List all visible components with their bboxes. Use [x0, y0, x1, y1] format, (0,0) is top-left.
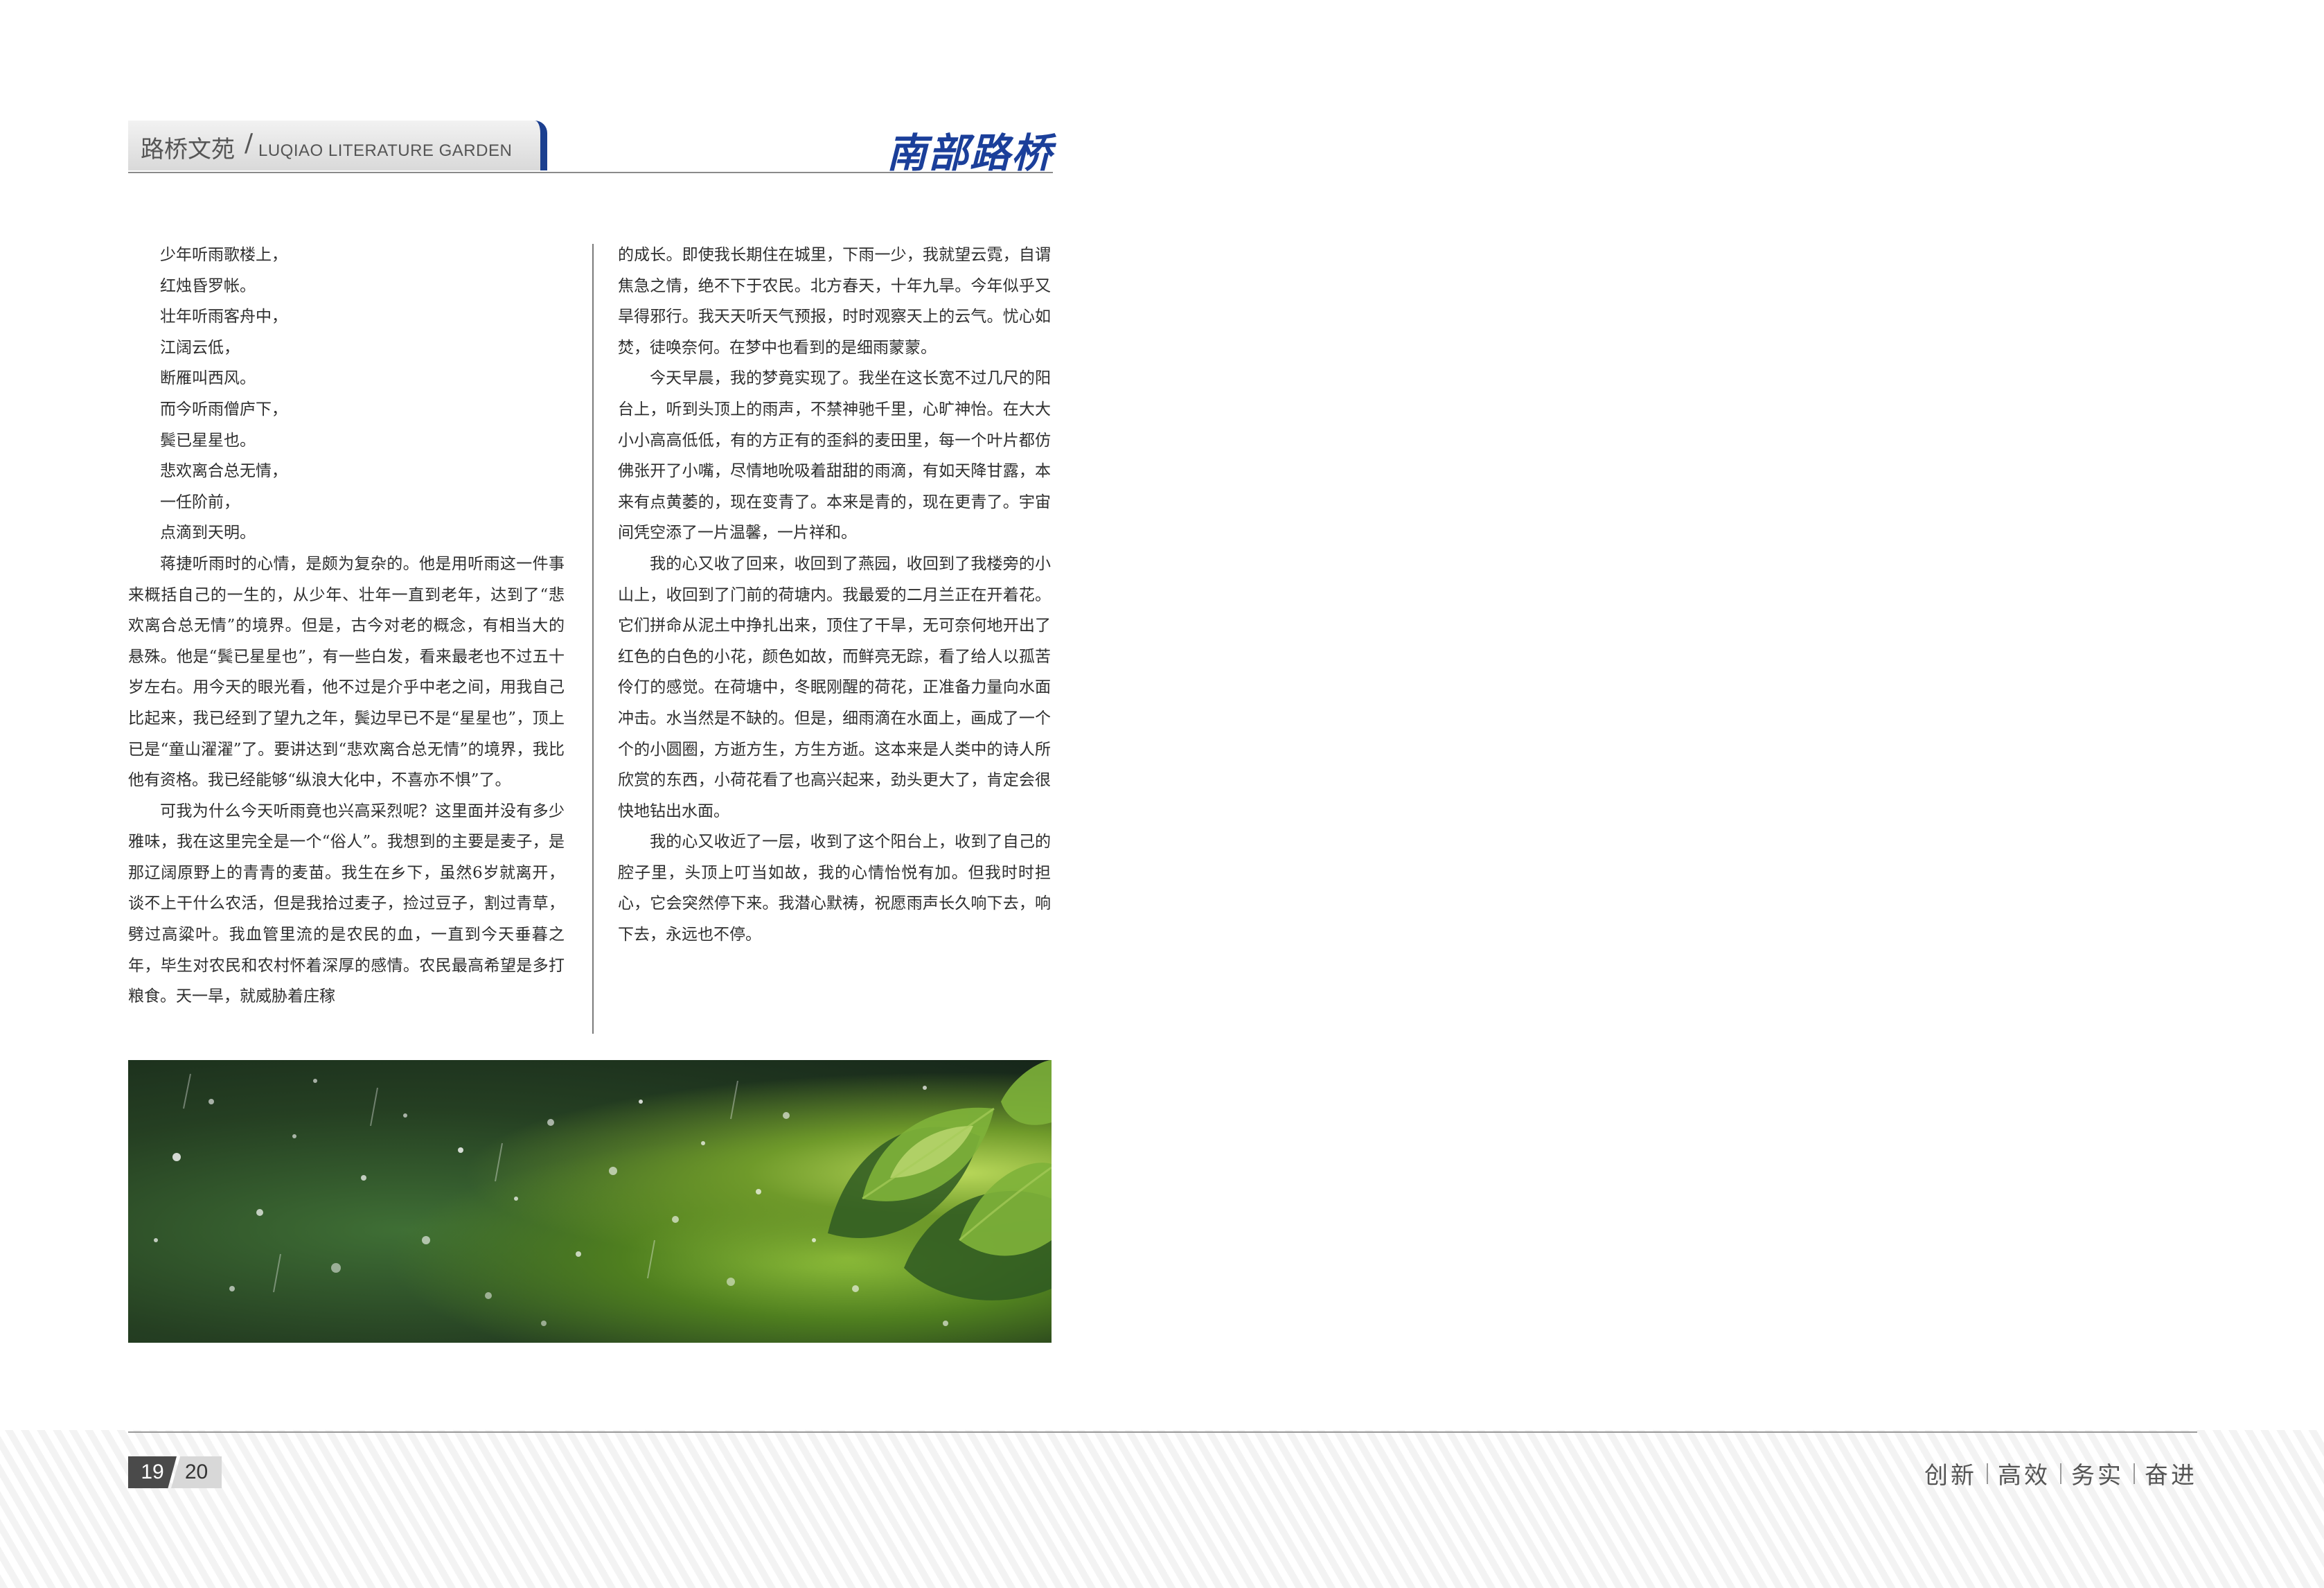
page-numbers: 19 20: [128, 1456, 222, 1488]
section-tab: 路桥文苑 / LUQIAO LITERATURE GARDEN: [128, 121, 547, 170]
slogan-item: 务实: [2071, 1462, 2124, 1490]
section-title-en: LUQIAO LITERATURE GARDEN: [258, 141, 513, 160]
poem-line: 而今听雨僧庐下，: [160, 400, 287, 418]
slogan: 创新 高效 务实 奋进: [1924, 1456, 2197, 1490]
paragraph: 今天早晨，我的梦竟实现了。我坐在这长宽不过几尺的阳台上，听到头顶上的雨声，不禁神…: [618, 369, 1051, 542]
slogan-item: 创新: [1924, 1462, 1977, 1490]
page-number-left: 19: [128, 1456, 177, 1488]
paragraph: 蒋捷听雨时的心情，是颇为复杂的。他是用听雨这一件事来概括自己的一生的，从少年、壮…: [128, 554, 565, 790]
article-column-right: 的成长。即使我长期住在城里，下雨一少，我就望云霓，自谓焦急之情，绝不下于农民。北…: [618, 240, 1051, 951]
section-title-separator: /: [245, 129, 254, 157]
footer-rule: [128, 1431, 2197, 1433]
poem-line: 一任阶前，: [160, 493, 240, 511]
poem-line: 壮年听雨客舟中，: [160, 308, 287, 326]
poem-line: 红烛昏罗帐。: [160, 276, 256, 295]
poem-line: 悲欢离合总无情，: [160, 462, 287, 481]
slogan-separator: [2060, 1463, 2061, 1484]
footer-band: [0, 1430, 2324, 1588]
poem-line: 鬓已星星也。: [160, 431, 256, 450]
paragraph: 我的心又收近了一层，收到了这个阳台上，收到了自己的腔子里，头顶上叮当如故，我的心…: [618, 833, 1051, 944]
paragraph: 我的心又收了回来，收回到了燕园，收回到了我楼旁的小山上，收回到了门前的荷塘内。我…: [618, 554, 1051, 820]
poem-line: 断雁叫西风。: [160, 369, 256, 388]
poem-line: 江阔云低，: [160, 338, 240, 357]
page-number-right: 20: [171, 1456, 222, 1488]
poem-line: 少年听雨歌楼上，: [160, 246, 287, 264]
section-title-cn: 路桥文苑: [141, 136, 235, 164]
slogan-item: 奋进: [2145, 1462, 2197, 1490]
poem-line: 点滴到天明。: [160, 524, 256, 542]
slogan-separator: [1987, 1463, 1988, 1484]
paragraph: 的成长。即使我长期住在城里，下雨一少，我就望云霓，自谓焦急之情，绝不下于农民。北…: [618, 246, 1051, 357]
paragraph: 可我为什么今天听雨竟也兴高采烈呢？这里面并没有多少雅味，我在这里完全是一个“俗人…: [128, 802, 565, 1006]
rain-on-leaves-photo: [128, 1060, 1052, 1343]
slogan-separator: [2134, 1463, 2135, 1484]
section-header: 路桥文苑 / LUQIAO LITERATURE GARDEN 南部路桥: [128, 121, 1053, 177]
rain-leaves-illustration: [154, 1060, 1052, 1326]
slogan-item: 高效: [1998, 1462, 2050, 1490]
poem: 少年听雨歌楼上， 红烛昏罗帐。 壮年听雨客舟中， 江阔云低， 断雁叫西风。 而今…: [128, 240, 565, 549]
article-column-left: 少年听雨歌楼上， 红烛昏罗帐。 壮年听雨客舟中， 江阔云低， 断雁叫西风。 而今…: [128, 240, 565, 1012]
column-divider: [592, 244, 594, 1034]
brand-logo: 南部路桥: [886, 130, 1053, 177]
